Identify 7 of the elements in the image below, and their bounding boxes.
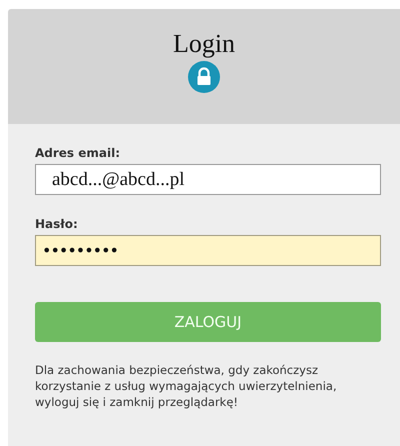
field-label: Adres email:: [35, 146, 122, 160]
field-label: Hasło:: [35, 217, 79, 231]
padlock-icon: [188, 61, 220, 93]
email-field[interactable]: abcd...@abcd...pl: [35, 164, 381, 195]
login-title: Login: [172, 29, 236, 59]
password-field[interactable]: •••••••••: [35, 235, 381, 266]
security-notice: Dla zachowania bezpieczeństwa, gdy zakończysz korzystanie z usług wymagających uwierzytelnienia, wyloguj się i zamknij przeglądarkę!: [35, 362, 338, 410]
